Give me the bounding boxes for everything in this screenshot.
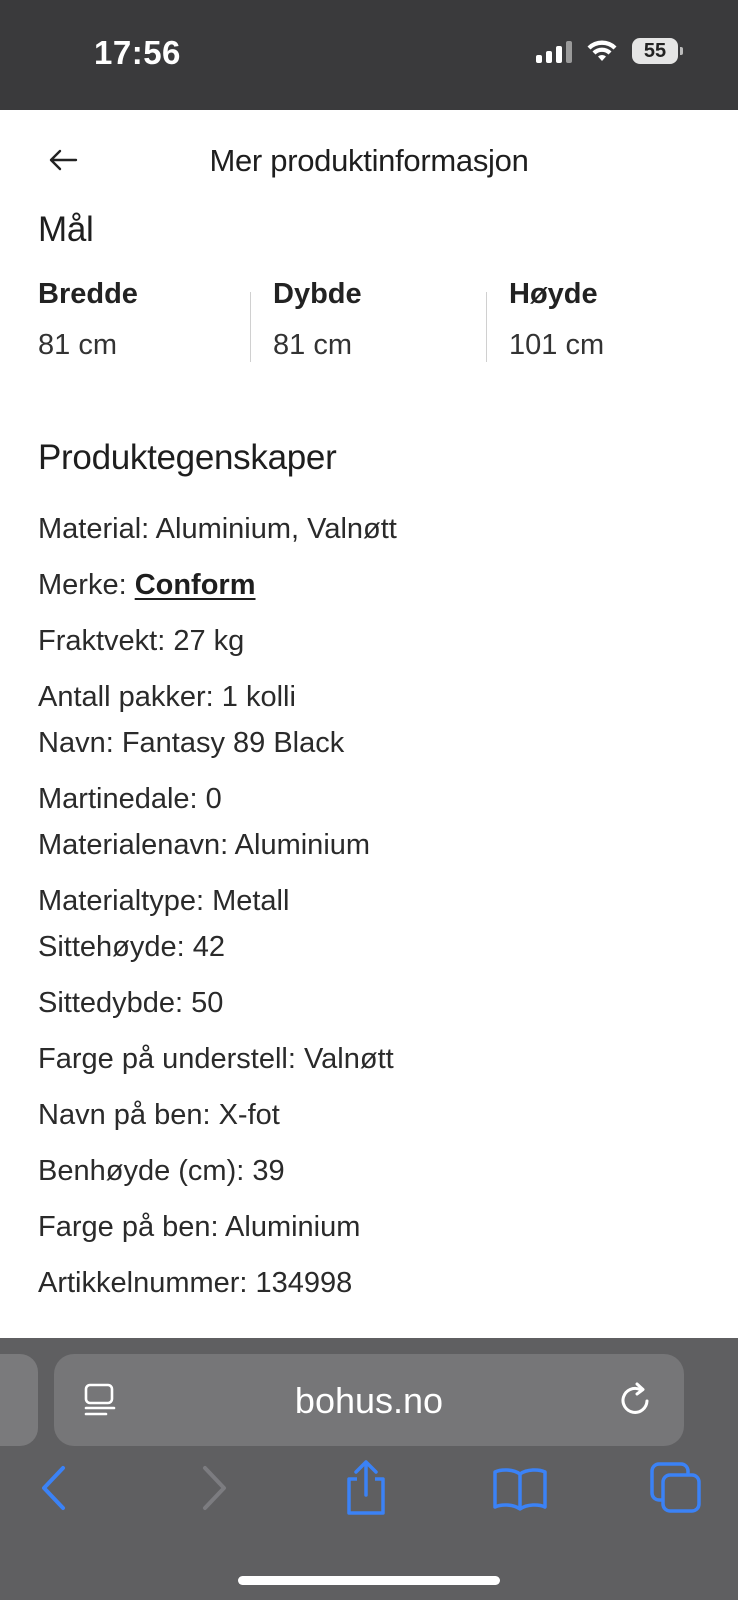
dimension-value: 101 cm	[509, 329, 605, 361]
property-material-type: Materialtype: Metall	[38, 885, 290, 917]
property-leg-height: Benhøyde (cm): 39	[38, 1155, 285, 1187]
dimension-value: 81 cm	[273, 329, 352, 361]
property-martindale: Martinedale: 0	[38, 783, 222, 815]
property-article-number: Artikkelnummer: 134998	[38, 1267, 353, 1299]
dimension-label: Høyde	[509, 278, 598, 310]
signal-icon	[536, 39, 572, 63]
property-shipping-weight: Fraktvekt: 27 kg	[38, 625, 245, 657]
property-brand: Merke: Conform	[38, 568, 698, 602]
previous-tab[interactable]	[0, 1354, 38, 1446]
property-material: Material: Aluminium, Valnøtt	[38, 513, 397, 545]
back-icon[interactable]	[24, 1458, 84, 1518]
property-seat-depth: Sittedybde: 50	[38, 987, 224, 1019]
battery-icon: 55	[632, 38, 683, 64]
dimensions-title: Mål	[38, 210, 94, 249]
dimension-label: Bredde	[38, 278, 138, 310]
page-title: Mer produktinformasjon	[209, 143, 529, 178]
browser-chrome: bohus.no	[0, 1338, 738, 1600]
properties-title: Produktegenskaper	[38, 438, 337, 477]
forward-icon[interactable]	[184, 1458, 244, 1518]
browser-toolbar	[0, 1458, 738, 1538]
divider	[250, 292, 251, 362]
status-bar: 17:56 55	[0, 0, 738, 110]
property-brand-label: Merke:	[38, 569, 135, 601]
address-bar[interactable]: bohus.no	[54, 1354, 684, 1446]
property-material-name: Materialenavn: Aluminium	[38, 829, 371, 861]
bookmarks-icon[interactable]	[490, 1458, 550, 1518]
wifi-icon	[587, 40, 617, 61]
property-name: Navn: Fantasy 89 Black	[38, 727, 345, 759]
dimension-label: Dybde	[273, 278, 362, 310]
property-seat-height: Sittehøyde: 42	[38, 931, 225, 963]
property-frame-color: Farge på understell: Valnøtt	[38, 1043, 394, 1075]
dimension-width: Bredde 81 cm	[38, 278, 248, 362]
status-time: 17:56	[94, 34, 181, 71]
property-leg-color: Farge på ben: Aluminium	[38, 1211, 361, 1243]
dimension-value: 81 cm	[38, 329, 117, 361]
property-leg-name: Navn på ben: X-fot	[38, 1099, 280, 1131]
page-header: Mer produktinformasjon	[0, 110, 738, 210]
divider	[486, 292, 487, 362]
dimensions-grid: Bredde 81 cm Dybde 81 cm Høyde 101 cm	[38, 278, 702, 362]
dimension-height: Høyde 101 cm	[509, 278, 719, 362]
properties-list: Material: Aluminium, Valnøtt Merke: Conf…	[38, 512, 698, 1300]
share-icon[interactable]	[336, 1458, 396, 1518]
dimension-depth: Dybde 81 cm	[273, 278, 483, 362]
reload-icon[interactable]	[616, 1380, 656, 1420]
address-text[interactable]: bohus.no	[54, 1380, 684, 1422]
brand-link[interactable]: Conform	[135, 569, 256, 601]
tabs-icon[interactable]	[646, 1458, 706, 1518]
property-package-count: Antall pakker: 1 kolli	[38, 681, 296, 713]
status-icons: 55	[536, 38, 683, 64]
home-indicator	[238, 1576, 500, 1585]
